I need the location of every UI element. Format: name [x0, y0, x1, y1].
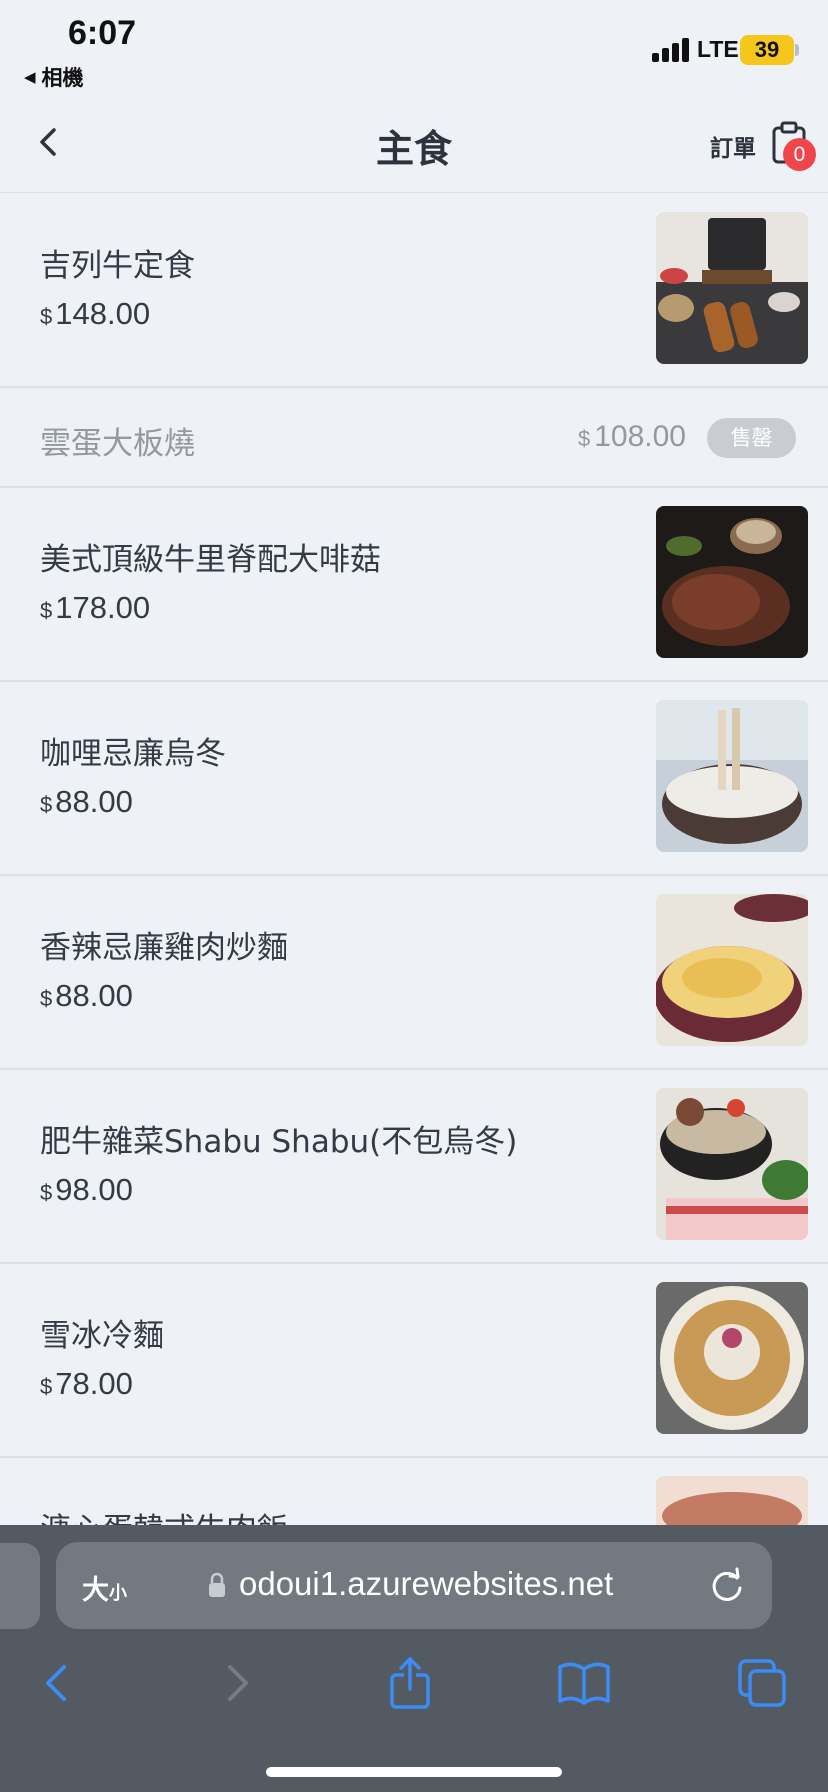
item-name: 肥牛雜菜Shabu Shabu(不包烏冬) [40, 1124, 518, 1160]
menu-list: 吉列牛定食 $148.00 雲蛋大板燒 $108.00 售罄 美式頂級牛里脊配大… [0, 194, 828, 1652]
item-price: $88.00 [40, 784, 133, 819]
steak-image [656, 506, 808, 658]
item-name: 香辣忌廉雞肉炒麵 [40, 930, 288, 966]
battery-level: 39 [740, 35, 794, 65]
tonkatsu-set-image [656, 212, 808, 364]
order-count-badge: 0 [783, 138, 816, 171]
fried-noodle-image [656, 894, 808, 1046]
forward-arrow-icon[interactable] [208, 1655, 264, 1711]
item-price: $148.00 [40, 296, 151, 331]
sold-out-badge: 售罄 [707, 418, 796, 458]
status-time: 6:07 [68, 14, 137, 52]
menu-item-sold-out: 雲蛋大板燒 $108.00 售罄 [0, 388, 828, 488]
bookmarks-icon[interactable] [556, 1655, 612, 1711]
item-price: $98.00 [40, 1172, 133, 1207]
address-bar[interactable]: 大小 odoui1.azurewebsites.net [56, 1542, 772, 1629]
menu-item[interactable]: 咖哩忌廉烏冬 $88.00 [0, 682, 828, 876]
back-arrow-icon[interactable] [30, 1655, 86, 1711]
cold-noodle-image [656, 1282, 808, 1434]
item-name: 咖哩忌廉烏冬 [40, 736, 226, 772]
back-to-camera-link[interactable]: ◀ 相機 [24, 62, 84, 92]
cellular-signal-icon [652, 38, 690, 62]
network-type: LTE [697, 36, 739, 62]
home-indicator [266, 1767, 562, 1777]
order-label[interactable]: 訂單 [710, 129, 756, 163]
page-title: 主食 [375, 127, 452, 171]
item-name: 美式頂級牛里脊配大啡菇 [40, 542, 381, 578]
browser-toolbar: 大小 odoui1.azurewebsites.net [0, 1525, 828, 1792]
item-name: 吉列牛定食 [40, 248, 195, 284]
menu-item[interactable]: 香辣忌廉雞肉炒麵 $88.00 [0, 876, 828, 1070]
shabu-image [656, 1088, 808, 1240]
menu-item[interactable]: 美式頂級牛里脊配大啡菇 $178.00 [0, 488, 828, 682]
menu-item[interactable]: 吉列牛定食 $148.00 [0, 194, 828, 388]
share-icon[interactable] [382, 1655, 438, 1711]
page-header: 主食 訂單 0 [0, 96, 828, 193]
lock-icon [209, 1572, 225, 1597]
status-bar: 6:07 ◀ 相機 LTE 39 [0, 0, 828, 96]
item-price: $178.00 [40, 590, 151, 625]
item-price: $108.00 [577, 420, 686, 453]
curry-udon-image [656, 700, 808, 852]
url-text[interactable]: odoui1.azurewebsites.net [239, 1565, 613, 1603]
item-name: 雲蛋大板燒 [40, 426, 195, 462]
text-size-button[interactable]: 大小 [82, 1568, 127, 1607]
tabs-icon[interactable] [734, 1655, 790, 1711]
menu-item[interactable]: 雪冰冷麵 $78.00 [0, 1264, 828, 1458]
menu-item[interactable]: 肥牛雜菜Shabu Shabu(不包烏冬) $98.00 [0, 1070, 828, 1264]
item-price: $88.00 [40, 978, 133, 1013]
back-triangle-icon: ◀ [24, 68, 36, 86]
item-name: 雪冰冷麵 [40, 1318, 164, 1354]
reload-icon[interactable] [709, 1566, 745, 1604]
back-app-label: 相機 [41, 66, 84, 90]
battery-tip-icon [795, 44, 799, 56]
previous-tab-preview[interactable] [0, 1543, 40, 1629]
item-price: $78.00 [40, 1366, 133, 1401]
